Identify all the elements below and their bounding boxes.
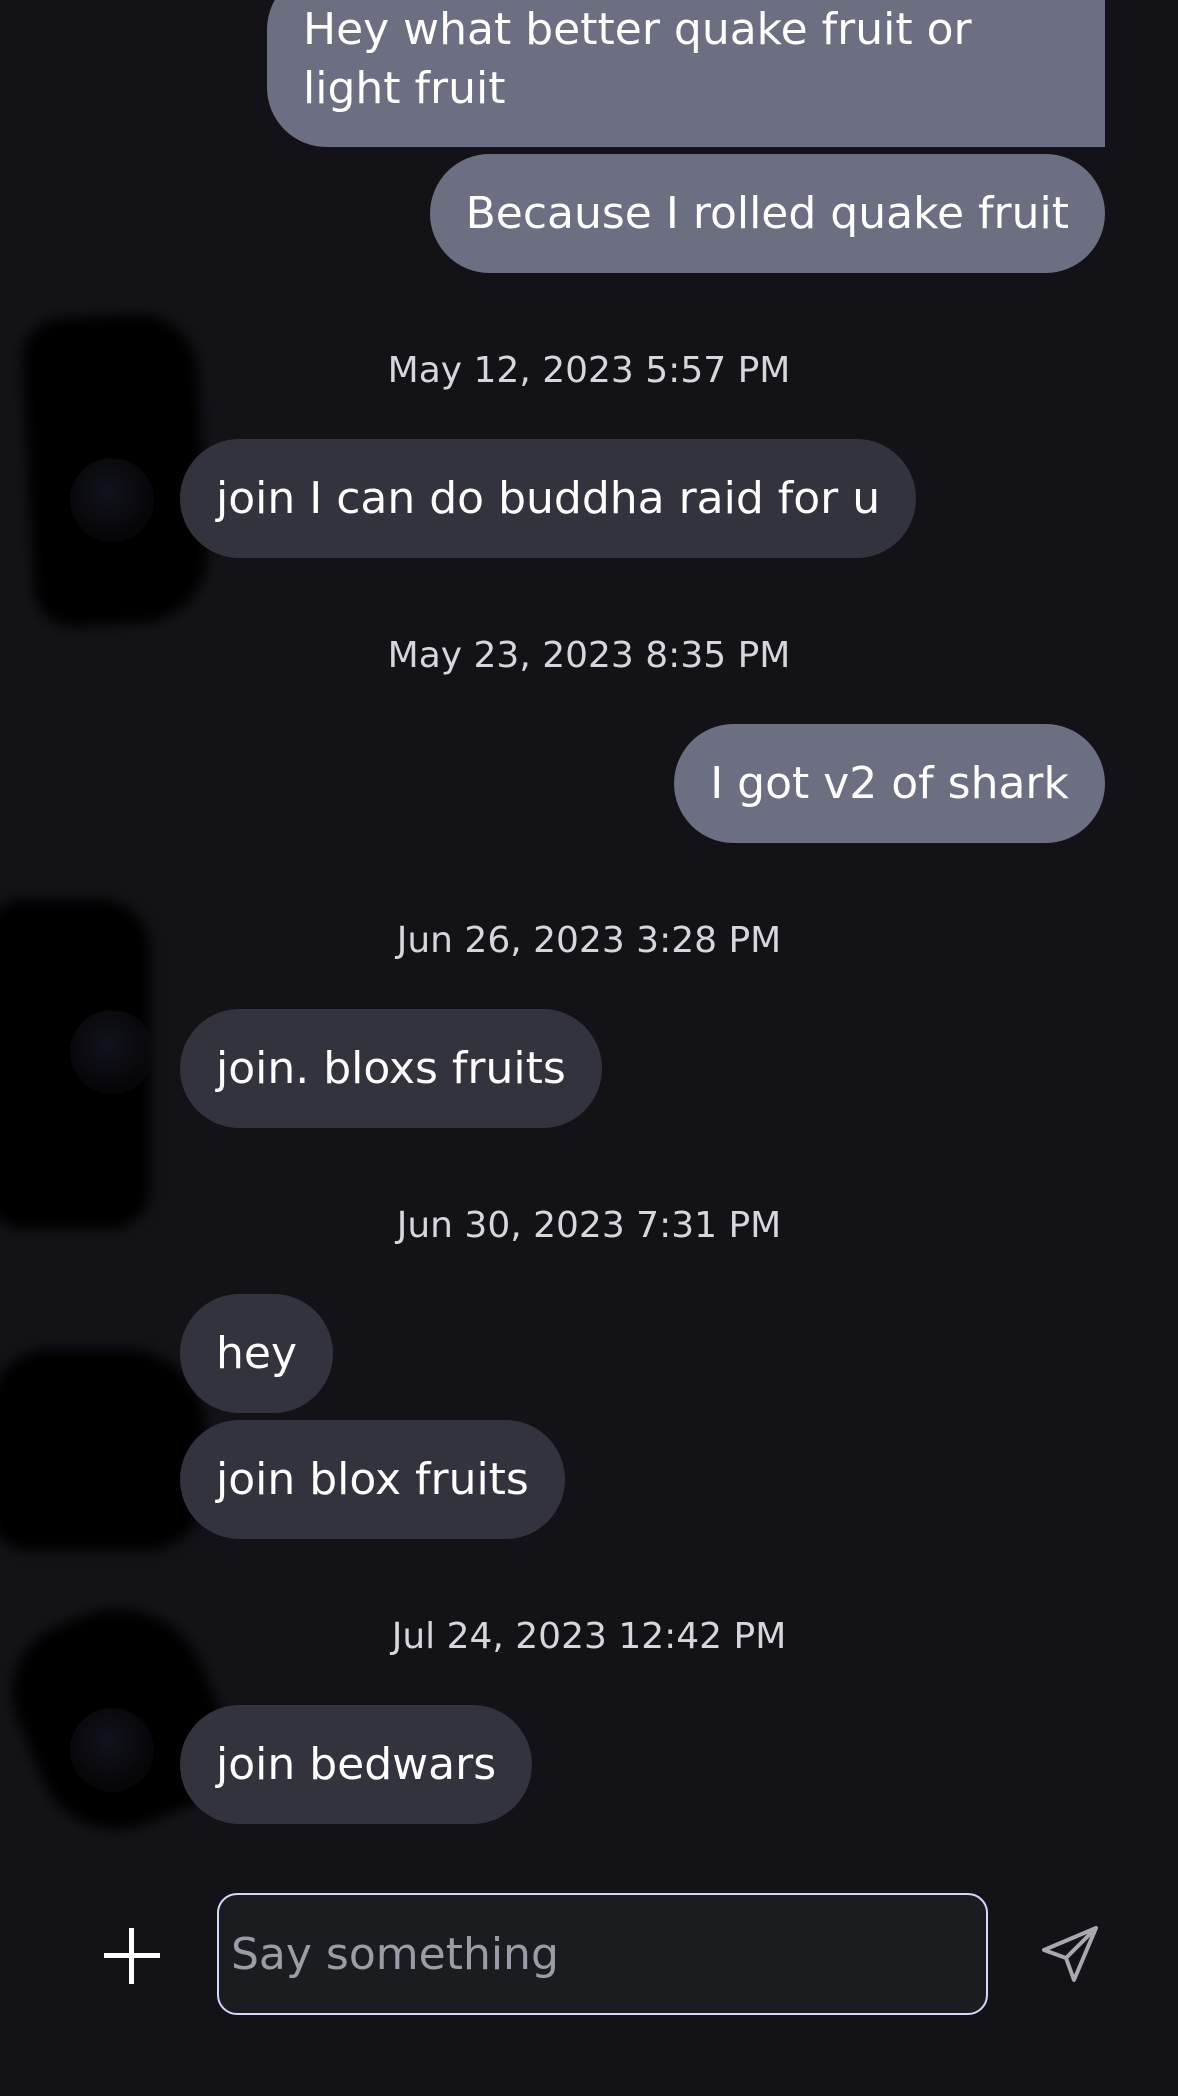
message-text: Because I rolled quake fruit [465,188,1069,239]
message-text: join. bloxs fruits [216,1043,566,1094]
send-button[interactable] [1038,1922,1102,1986]
message-text: I got v2 of shark [710,758,1069,809]
message-bubble-received[interactable]: join blox fruits [180,1420,565,1539]
message-bubble-sent[interactable]: Hey what better quake fruit or light fru… [267,0,1105,147]
message-input[interactable] [217,1893,988,2015]
message-bubble-received[interactable]: join. bloxs fruits [180,1009,602,1128]
avatar[interactable] [70,1010,154,1094]
paper-plane-icon [1042,1926,1098,1982]
avatar[interactable] [70,1708,154,1792]
message-text: Hey what better quake fruit or light fru… [303,4,972,114]
avatar[interactable] [70,458,154,542]
message-bubble-received[interactable]: hey [180,1294,333,1413]
message-timestamp: Jun 26, 2023 3:28 PM [396,920,782,961]
message-timestamp: Jun 30, 2023 7:31 PM [396,1205,782,1246]
message-text: hey [216,1328,297,1379]
message-text: join blox fruits [216,1454,529,1505]
message-text: join I can do buddha raid for u [216,473,881,524]
message-bubble-received[interactable]: join bedwars [180,1705,533,1824]
message-timestamp: May 23, 2023 8:35 PM [387,635,791,676]
message-bubble-sent[interactable]: I got v2 of shark [674,724,1105,843]
message-text: join bedwars [216,1739,497,1790]
message-bubble-received[interactable]: join I can do buddha raid for u [180,439,917,558]
plus-icon[interactable] [104,1928,160,1984]
message-bubble-sent[interactable]: Because I rolled quake fruit [429,154,1105,273]
avatar-redacted [0,1350,205,1550]
